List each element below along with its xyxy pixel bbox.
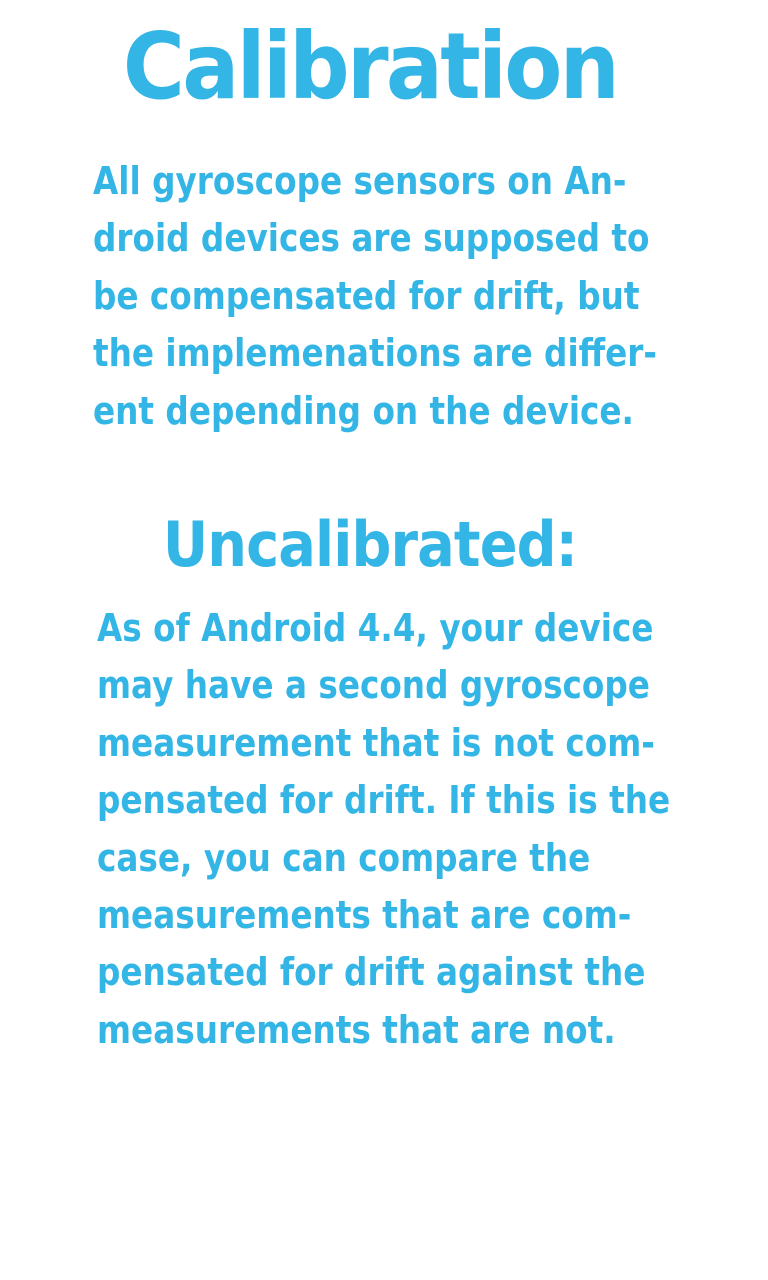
section-heading-uncalibrated: Uncalibrated:	[162, 508, 578, 581]
page-title: Calibration	[122, 13, 620, 120]
body-line: measurement that is not com-	[97, 720, 655, 765]
intro-line: All gyroscope sensors on An-	[93, 159, 627, 203]
uncalibrated-paragraph: As of Android 4.4, your device may have …	[97, 600, 670, 1059]
body-line: measurements that are com-	[97, 892, 632, 937]
body-line: case, you can compare the	[97, 835, 591, 880]
body-line: As of Android 4.4, your device	[97, 606, 654, 650]
intro-line: be compensated for drift, but	[93, 273, 640, 318]
body-line: may have a second gyroscope	[97, 663, 650, 708]
body-line: measurements that are not.	[97, 1007, 616, 1052]
intro-line: ent depending on the device.	[93, 388, 634, 433]
intro-paragraph: All gyroscope sensors on An- droid devic…	[93, 153, 657, 440]
body-line: pensated for drift against the	[97, 950, 646, 995]
calibration-info-screen: Calibration All gyroscope sensors on An-…	[0, 0, 768, 1280]
intro-line: droid devices are supposed to	[93, 216, 650, 261]
body-line: pensated for drift. If this is the	[97, 778, 671, 823]
intro-line: the implemenations are differ-	[93, 331, 657, 376]
